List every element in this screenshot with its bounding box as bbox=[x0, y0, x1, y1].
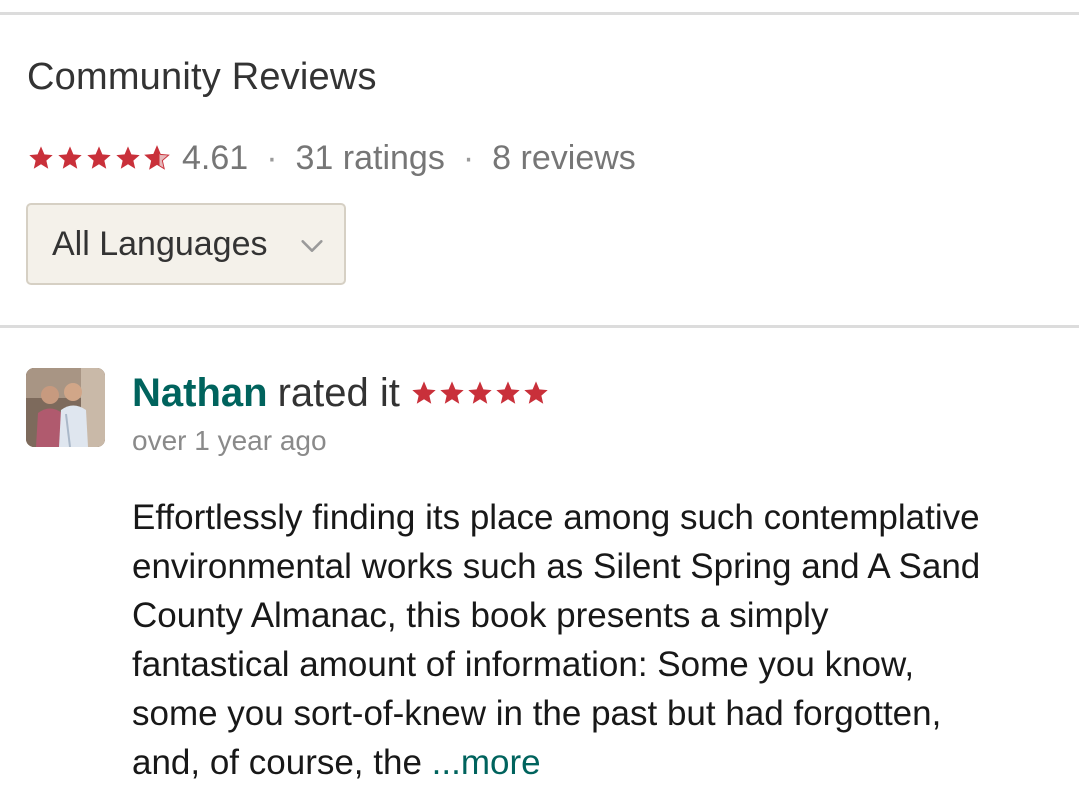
review-header: Nathan rated it bbox=[132, 368, 550, 418]
chevron-down-icon bbox=[298, 232, 326, 260]
reviews-count: 8 reviews bbox=[492, 138, 636, 177]
star-icon bbox=[56, 144, 84, 172]
section-title: Community Reviews bbox=[27, 56, 377, 98]
partial-star-icon bbox=[143, 144, 171, 172]
section-divider bbox=[0, 325, 1079, 328]
star-icon bbox=[522, 379, 550, 407]
review-text: Effortlessly finding its place among suc… bbox=[132, 493, 1062, 787]
review-text-last-line: and, of course, the ...more bbox=[132, 738, 1062, 787]
star-icon bbox=[27, 144, 55, 172]
reviewer-name-link[interactable]: Nathan bbox=[132, 371, 268, 416]
review-text-line: some you sort-of-knew in the past but ha… bbox=[132, 694, 942, 733]
language-dropdown[interactable]: All Languages bbox=[26, 203, 346, 285]
review-text-line: fantastical amount of information: Some … bbox=[132, 645, 915, 684]
review-text-line: County Almanac, this book presents a sim… bbox=[132, 596, 829, 635]
separator-dot: · bbox=[266, 138, 278, 177]
average-rating: 4.61 bbox=[182, 138, 249, 177]
ratings-count: 31 ratings bbox=[295, 138, 445, 177]
avatar[interactable] bbox=[26, 368, 105, 447]
review-text-line: Effortlessly finding its place among suc… bbox=[132, 498, 980, 537]
review-text-line: environmental works such as Silent Sprin… bbox=[132, 547, 981, 586]
language-dropdown-label: All Languages bbox=[52, 224, 268, 263]
average-stars bbox=[27, 144, 172, 172]
separator-dot: · bbox=[462, 138, 475, 177]
more-link[interactable]: ...more bbox=[432, 743, 541, 782]
star-icon bbox=[494, 379, 522, 407]
star-icon bbox=[438, 379, 466, 407]
review-text-line: and, of course, the bbox=[132, 743, 422, 782]
star-icon bbox=[410, 379, 438, 407]
review-date-link[interactable]: over 1 year ago bbox=[132, 425, 327, 457]
review-stars bbox=[410, 379, 550, 407]
top-divider bbox=[0, 12, 1079, 15]
star-icon bbox=[85, 144, 113, 172]
star-icon bbox=[114, 144, 142, 172]
rating-summary: 4.61 · 31 ratings · 8 reviews bbox=[27, 137, 636, 179]
rated-it-text: rated it bbox=[277, 370, 400, 415]
community-reviews-page: Community Reviews 4.61 · 31 ratings · 8 … bbox=[0, 0, 1079, 811]
star-icon bbox=[466, 379, 494, 407]
